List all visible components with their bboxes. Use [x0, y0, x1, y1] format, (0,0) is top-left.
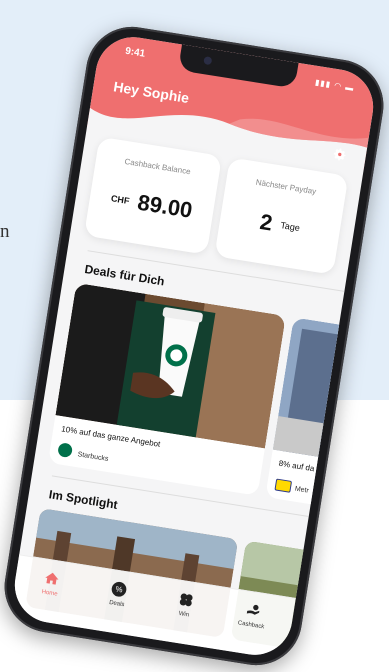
spotlight-section-title: Im Spotlight: [47, 487, 119, 512]
nav-item-deals[interactable]: % Deals: [87, 577, 150, 612]
payday-unit: Tage: [279, 220, 301, 234]
cashback-balance-card[interactable]: Cashback Balance CHF 89.00: [83, 136, 223, 255]
background-text: n: [0, 221, 10, 242]
payday-card[interactable]: Nächster Payday 2 Tage: [214, 157, 349, 275]
cashback-icon: [246, 604, 260, 615]
currency-label: CHF: [110, 193, 131, 207]
clover-icon: [179, 593, 193, 607]
deal-description: 8% auf da: [278, 458, 316, 474]
cashback-label: Cashback Balance: [123, 156, 192, 177]
camera-icon: [203, 56, 213, 66]
nav-label: Home: [41, 589, 58, 598]
nav-label: Cashback: [237, 620, 265, 631]
nav-label: Win: [178, 610, 190, 619]
battery-icon: ▬: [344, 82, 355, 93]
deals-section-title: Deals für Dich: [83, 262, 166, 289]
metro-logo: [274, 478, 293, 493]
cashback-amount: 89.00: [135, 189, 195, 223]
wifi-icon: ◠: [333, 80, 343, 91]
nav-item-cashback[interactable]: Cashback: [221, 598, 284, 633]
nav-label: Deals: [108, 599, 125, 609]
percent-icon: %: [111, 581, 127, 597]
starbucks-logo: [57, 442, 74, 459]
home-icon: [45, 572, 59, 585]
svg-text:%: %: [115, 584, 123, 594]
payday-days: 2: [258, 208, 275, 236]
deal-card-starbucks[interactable]: 10% auf das ganze Angebot Starbucks: [47, 282, 286, 496]
payday-value: 2 Tage: [219, 203, 342, 247]
nav-item-win[interactable]: Win: [154, 587, 217, 622]
deal-brand: Metr: [294, 485, 310, 495]
deal-image-coffee: [55, 282, 286, 449]
nav-item-home[interactable]: Home: [19, 566, 82, 601]
gear-icon[interactable]: [331, 145, 349, 163]
deal-brand: Starbucks: [77, 451, 109, 463]
cashback-value: CHF 89.00: [88, 182, 215, 227]
payday-label: Nächster Payday: [255, 177, 317, 197]
